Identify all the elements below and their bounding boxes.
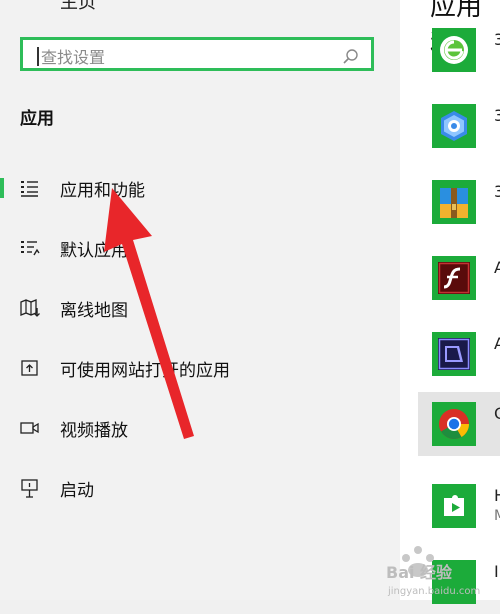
startup-icon — [21, 479, 38, 498]
home-nav-partial[interactable]: 主页 — [60, 0, 96, 14]
play-puzzle-icon — [432, 484, 476, 528]
baidu-jingyan-watermark: Bai 经验 jingyan.baidu.com — [384, 538, 500, 600]
watermark-text: Bai 经验 — [386, 563, 453, 582]
app-name: 3 — [494, 182, 500, 201]
app-name: 3 — [494, 30, 500, 49]
app-list-item[interactable]: A — [418, 322, 500, 386]
app-list-item[interactable]: 3 — [418, 170, 500, 234]
app-name: G — [494, 404, 500, 423]
app-list-item[interactable]: A — [418, 246, 500, 310]
apps-for-websites-icon — [21, 360, 38, 376]
offline-maps-icon — [20, 299, 40, 317]
app-publisher: M — [494, 508, 500, 524]
nav-label-startup: 启动 — [60, 481, 94, 501]
app-name: A — [494, 258, 500, 277]
app-name: 3 — [494, 106, 500, 125]
zip-archive-icon — [432, 180, 476, 224]
red-arrow-annotation — [104, 188, 194, 439]
app-list-item[interactable]: H M — [418, 474, 500, 538]
nav-item-startup[interactable]: 启动 — [0, 464, 400, 512]
search-icon[interactable] — [341, 47, 361, 67]
adobe-flash-icon — [432, 256, 476, 300]
app-name: A — [494, 334, 500, 353]
app-list-item-selected[interactable]: G — [418, 392, 500, 456]
watermark-url: jingyan.baidu.com — [387, 586, 480, 597]
chrome-icon — [432, 402, 476, 446]
app-list-item[interactable]: 3 — [418, 18, 500, 82]
blue-gear-icon — [432, 104, 476, 148]
search-box[interactable] — [20, 37, 374, 71]
search-input[interactable] — [39, 45, 343, 69]
app-name: H — [494, 486, 500, 505]
app-list-item[interactable]: 3 — [418, 94, 500, 158]
adobe-media-encoder-icon — [432, 332, 476, 376]
apps-features-icon — [21, 181, 38, 197]
green-e-browser-icon — [432, 28, 476, 72]
video-playback-icon — [20, 422, 39, 434]
section-title: 应用 — [20, 109, 54, 129]
default-apps-icon — [21, 241, 40, 256]
